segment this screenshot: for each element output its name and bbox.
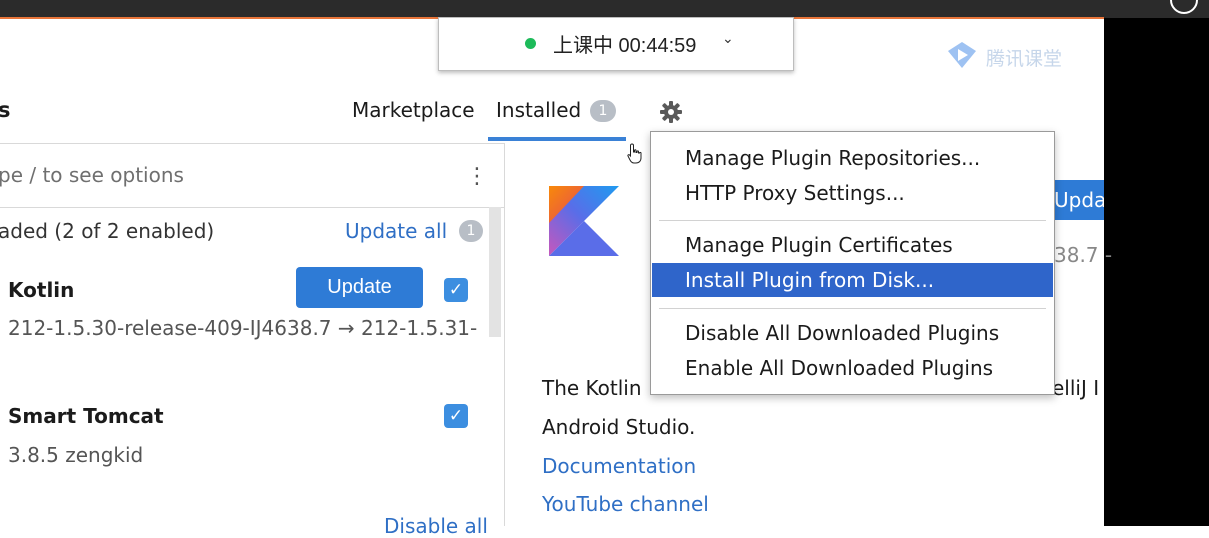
disable-all-link[interactable]: Disable all <box>384 514 488 538</box>
pane-divider[interactable] <box>504 143 505 526</box>
smart-tomcat-enabled-checkbox[interactable]: ✓ <box>444 404 468 428</box>
header-divider <box>0 143 504 144</box>
kotlin-version-text: 212-1.5.30-release-409-IJ4638.7 → 212-1.… <box>8 316 478 340</box>
brand-watermark: 腾讯课堂 <box>946 40 1096 70</box>
description-line-1-tail: elliJ I <box>1052 376 1100 400</box>
youtube-channel-link[interactable]: YouTube channel <box>542 492 709 516</box>
tencent-classroom-logo-icon <box>948 42 976 68</box>
documentation-link[interactable]: Documentation <box>542 454 696 478</box>
menu-item-http-proxy-settings[interactable]: HTTP Proxy Settings... <box>652 176 1053 210</box>
right-black-margin <box>1104 18 1209 526</box>
kotlin-enabled-checkbox[interactable]: ✓ <box>444 278 468 302</box>
update-all-link[interactable]: Update all <box>345 219 447 243</box>
menu-item-manage-plugin-certificates[interactable]: Manage Plugin Certificates <box>652 228 1053 262</box>
description-line-2: Android Studio. <box>542 415 696 439</box>
plugin-name-kotlin[interactable]: Kotlin <box>8 278 74 302</box>
menu-item-enable-all-downloaded-plugins[interactable]: Enable All Downloaded Plugins <box>652 351 1053 385</box>
hand-cursor-icon <box>627 143 642 164</box>
smart-tomcat-version-text: 3.8.5 zengkid <box>8 443 144 467</box>
menu-item-manage-plugin-repositories[interactable]: Manage Plugin Repositories... <box>652 141 1053 175</box>
menu-item-disable-all-downloaded-plugins[interactable]: Disable All Downloaded Plugins <box>652 316 1053 350</box>
kotlin-update-button[interactable]: Update <box>296 267 423 308</box>
corner-button-icon[interactable] <box>1170 0 1198 14</box>
downloaded-group-label: aded (2 of 2 enabled) <box>0 219 215 243</box>
brand-name: 腾讯课堂 <box>986 48 1063 70</box>
menu-separator <box>659 220 1046 221</box>
search-divider <box>0 207 504 208</box>
session-status-text: 上课中 00:44:59 <box>553 35 697 57</box>
kotlin-logo-icon <box>549 186 619 256</box>
tab-marketplace[interactable]: Marketplace <box>352 98 475 122</box>
description-line-1: The Kotlin <box>542 376 642 400</box>
live-session-indicator[interactable]: 上课中 00:44:59 ⌄ <box>438 17 794 71</box>
top-window-bar <box>0 0 1209 19</box>
tab-installed[interactable]: Installed <box>496 98 581 122</box>
settings-title-fragment: s <box>0 98 11 122</box>
active-tab-indicator <box>488 137 626 141</box>
update-all-count-badge: 1 <box>459 220 483 242</box>
detail-version-fragment: 38.7 - <box>1054 243 1113 267</box>
installed-count-badge: 1 <box>590 100 616 122</box>
more-options-icon[interactable]: ⋮ <box>466 164 488 189</box>
plugin-list-scrollbar[interactable] <box>489 207 501 337</box>
menu-separator <box>659 308 1046 309</box>
detail-update-button[interactable]: Upda <box>1050 180 1104 220</box>
menu-item-install-plugin-from-disk[interactable]: Install Plugin from Disk... <box>652 263 1053 297</box>
gear-icon[interactable] <box>659 100 683 124</box>
settings-dropdown-menu: Manage Plugin Repositories... HTTP Proxy… <box>650 131 1055 395</box>
live-status-dot-icon <box>525 38 536 49</box>
plugin-name-smart-tomcat[interactable]: Smart Tomcat <box>8 404 164 428</box>
chevron-down-icon[interactable]: ⌄ <box>722 31 734 47</box>
search-input[interactable]: pe / to see options <box>0 163 184 187</box>
